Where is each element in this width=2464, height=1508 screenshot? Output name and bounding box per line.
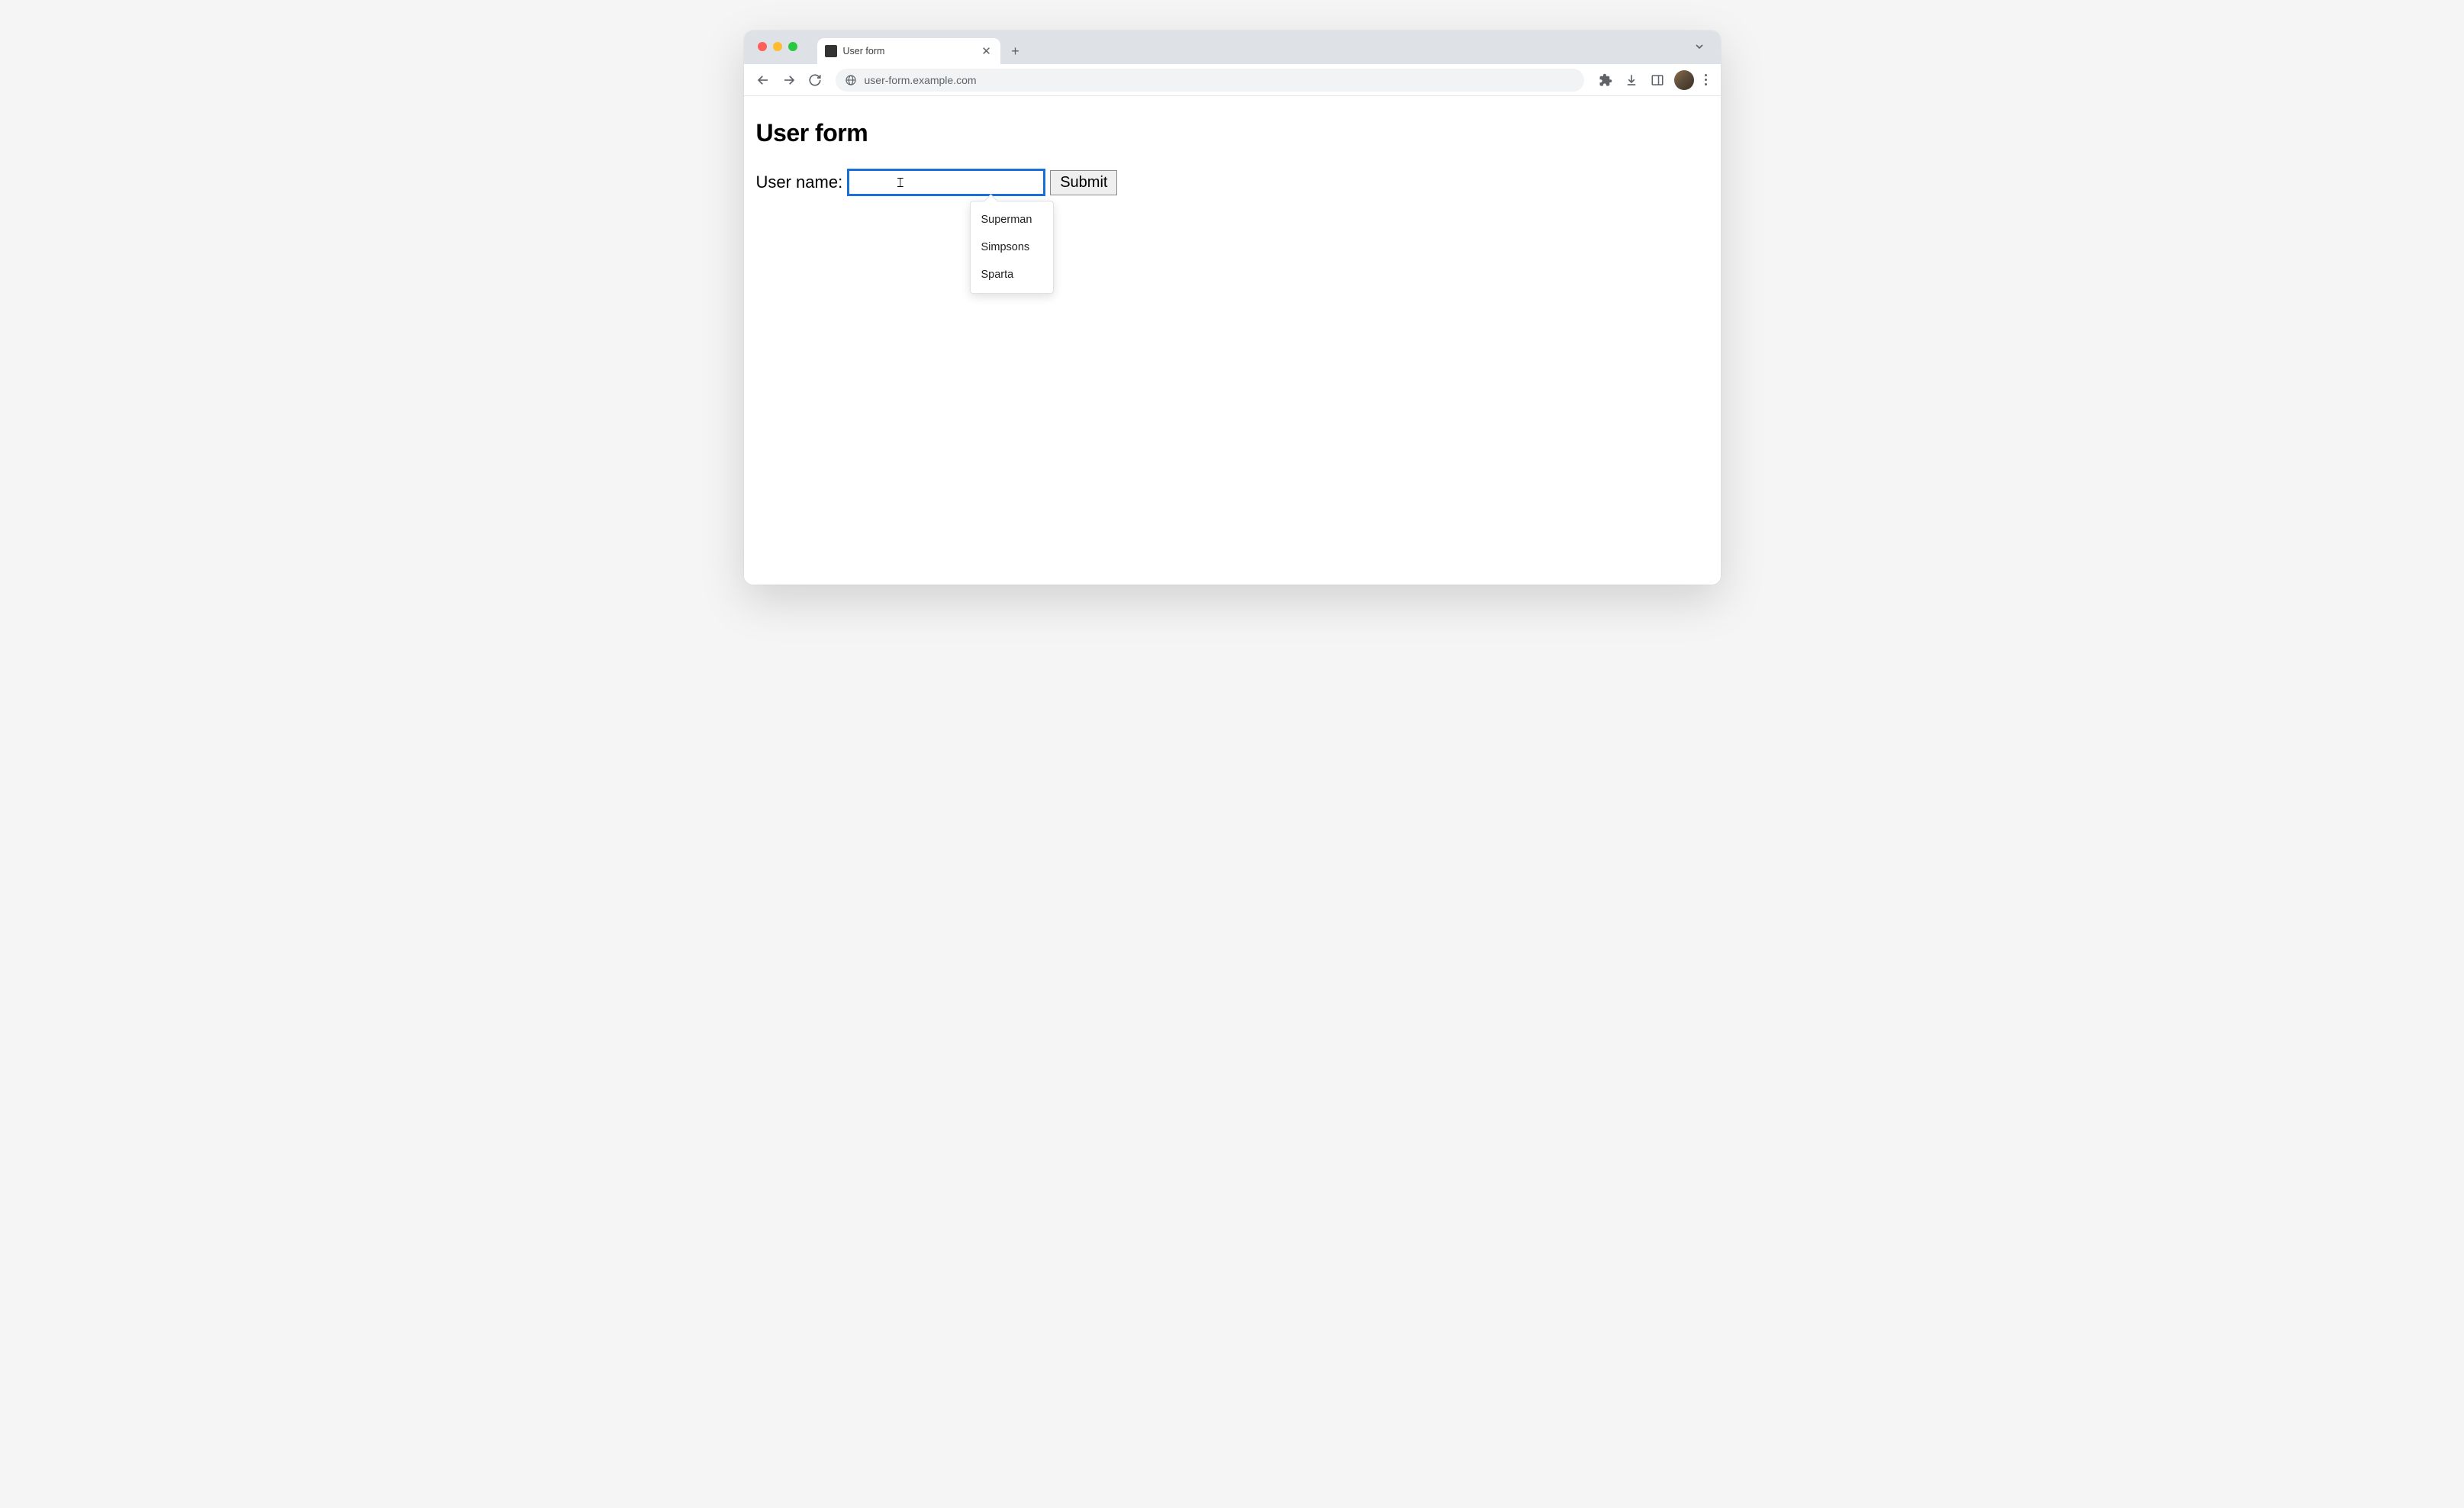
window-maximize-button[interactable] xyxy=(788,42,797,51)
close-icon[interactable]: ✕ xyxy=(981,45,993,57)
window-minimize-button[interactable] xyxy=(773,42,782,51)
username-label: User name: xyxy=(756,172,843,192)
tab-title: User form xyxy=(843,46,974,56)
back-button[interactable] xyxy=(752,69,775,92)
titlebar: User form ✕ + xyxy=(744,31,1721,64)
extensions-icon[interactable] xyxy=(1593,68,1618,92)
autocomplete-item[interactable]: Sparta xyxy=(971,261,1053,288)
url-text: user-form.example.com xyxy=(865,74,977,86)
browser-tab[interactable]: User form ✕ xyxy=(817,38,1000,64)
tabs-area: User form ✕ + xyxy=(817,31,1687,64)
profile-avatar[interactable] xyxy=(1674,70,1694,90)
submit-button[interactable]: Submit xyxy=(1050,170,1117,195)
traffic-lights xyxy=(758,42,797,51)
new-tab-button[interactable]: + xyxy=(1005,40,1026,62)
kebab-menu-icon[interactable] xyxy=(1699,68,1713,92)
download-icon[interactable] xyxy=(1619,68,1644,92)
username-input[interactable] xyxy=(847,169,1045,196)
window-close-button[interactable] xyxy=(758,42,767,51)
reload-button[interactable] xyxy=(804,69,826,92)
toolbar: user-form.example.com xyxy=(744,64,1721,96)
page-content: User form User name: 𝙸 Submit Superman S… xyxy=(744,96,1721,585)
page-title: User form xyxy=(756,119,1709,147)
titlebar-right xyxy=(1687,37,1712,58)
chevron-down-icon[interactable] xyxy=(1687,37,1712,58)
browser-window: User form ✕ + user-form.example.com xyxy=(744,31,1721,585)
globe-icon xyxy=(845,74,857,86)
favicon-icon xyxy=(825,45,837,57)
autocomplete-item[interactable]: Simpsons xyxy=(971,234,1053,261)
autocomplete-item[interactable]: Superman xyxy=(971,206,1053,234)
address-bar[interactable]: user-form.example.com xyxy=(836,69,1584,92)
user-form: User name: 𝙸 Submit Superman Simpsons Sp… xyxy=(756,169,1709,196)
forward-button[interactable] xyxy=(778,69,800,92)
autocomplete-dropdown: Superman Simpsons Sparta xyxy=(970,201,1054,294)
side-panel-icon[interactable] xyxy=(1645,68,1670,92)
toolbar-right xyxy=(1593,68,1713,92)
